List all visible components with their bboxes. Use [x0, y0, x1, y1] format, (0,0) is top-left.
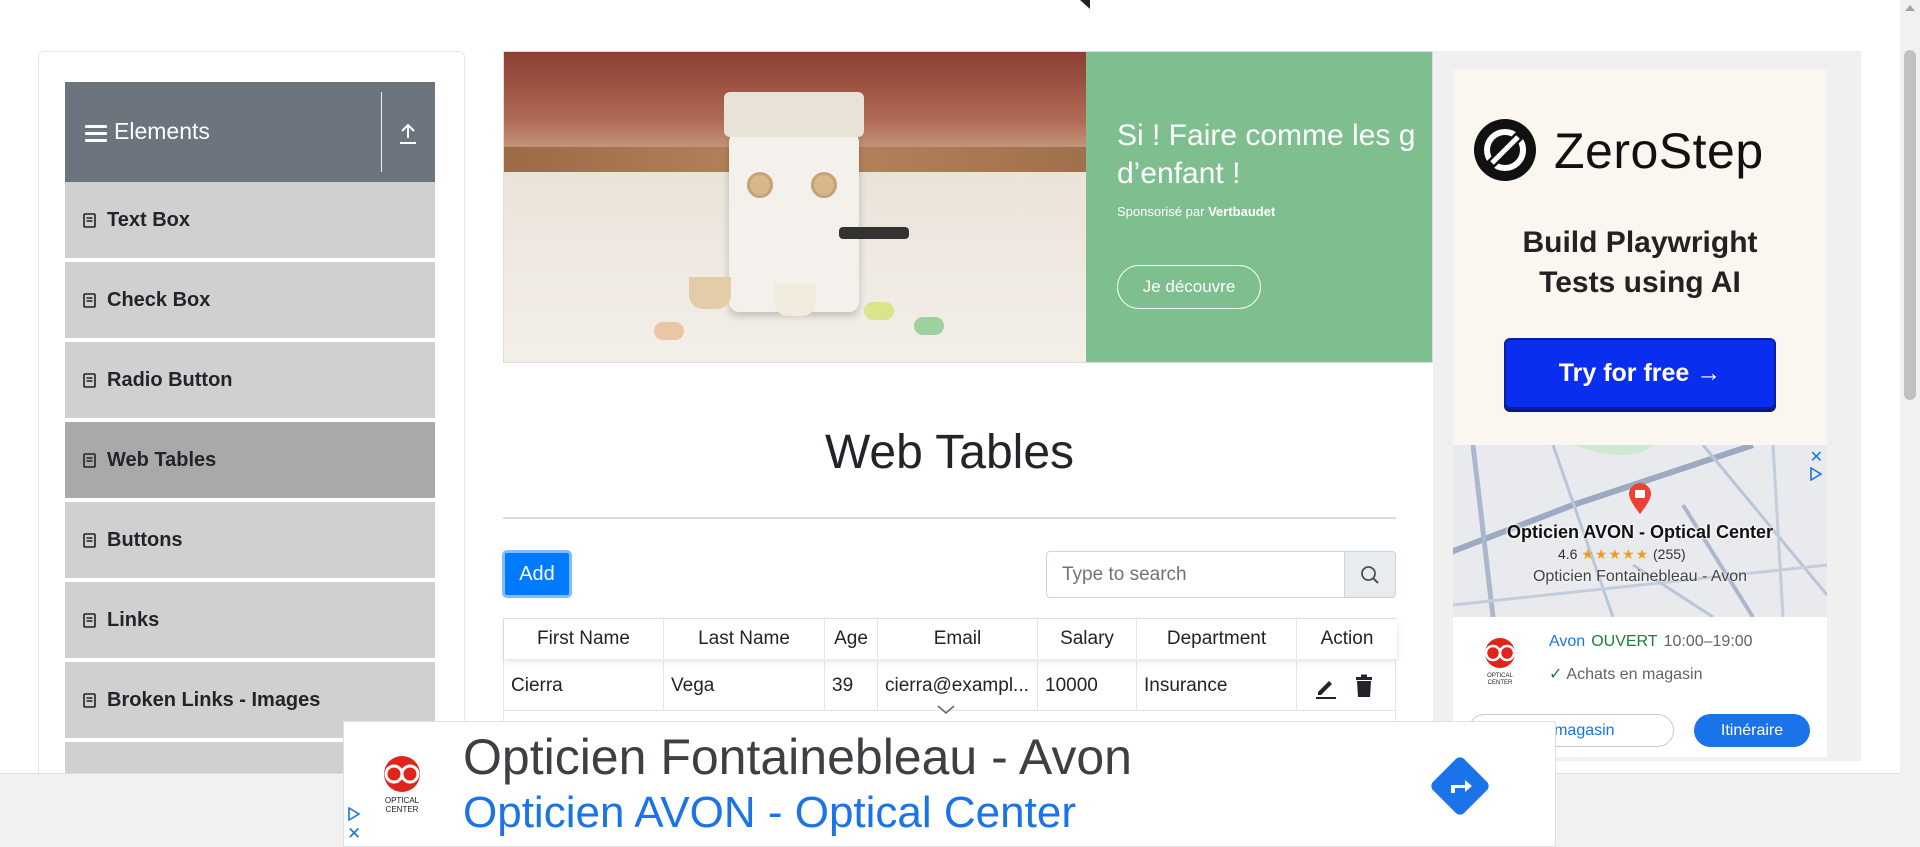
document-icon: [83, 533, 96, 548]
check-icon: ✓: [1549, 666, 1563, 683]
column-header-first-name[interactable]: First Name: [504, 619, 664, 659]
table-header: First Name Last Name Age Email Salary De…: [504, 619, 1397, 659]
zerostep-tagline: Build Playwright Tests using AI: [1522, 226, 1758, 299]
column-header-last-name[interactable]: Last Name: [664, 619, 825, 659]
sidebar-item-label: Web Tables: [107, 449, 217, 471]
ad-close-icon[interactable]: ✕: [347, 824, 361, 844]
chevron-down-icon: [937, 705, 955, 714]
svg-text:OPTICAL: OPTICAL: [1487, 673, 1513, 679]
zerostep-logo-icon: [1474, 119, 1536, 181]
cell-age: 39: [825, 661, 878, 711]
svg-text:CENTER: CENTER: [1488, 680, 1513, 685]
optical-center-logo-icon: OPTICALCENTER: [1484, 638, 1516, 685]
sidebar-item-radio-button[interactable]: Radio Button: [65, 342, 435, 420]
search-input[interactable]: Type to search: [1046, 551, 1345, 598]
map-pin-icon: [1629, 483, 1651, 514]
group-title: Elements: [114, 118, 210, 144]
store-feature: ✓ Achats en magasin: [1549, 666, 1703, 683]
sidebar-item-links[interactable]: Links: [65, 582, 435, 660]
table-row: Cierra Vega 39 cierra@exampl... 10000 In…: [504, 661, 1397, 711]
page-title: Web Tables: [824, 426, 1075, 479]
document-icon: [83, 453, 96, 468]
menu-icon: [85, 125, 107, 143]
ad-close-icon[interactable]: ✕: [1810, 447, 1823, 467]
optical-center-logo-icon: OPTICALCENTER: [384, 756, 420, 814]
cell-department: Insurance: [1137, 661, 1297, 711]
column-header-email[interactable]: Email: [878, 619, 1038, 659]
search-button[interactable]: [1344, 551, 1396, 598]
document-icon: [83, 693, 96, 708]
zerostep-ad[interactable]: ZeroStep Build Playwright Tests using AI…: [1453, 70, 1827, 445]
document-icon: [83, 293, 96, 308]
sidebar-item-label: Text Box: [107, 209, 190, 231]
sidebar-item-label: Check Box: [107, 289, 211, 311]
cell-email: cierra@exampl...: [878, 661, 1038, 711]
cell-last-name: Vega: [664, 661, 825, 711]
svg-text:OPTICAL: OPTICAL: [385, 796, 420, 805]
ad-product-image: [504, 52, 1086, 362]
caret-down-icon: [1080, 0, 1090, 9]
ad-text-panel: Si ! Faire comme les g d’enfant ! Sponso…: [1086, 52, 1432, 362]
itinerary-button[interactable]: Itinéraire: [1694, 714, 1810, 747]
document-icon: [83, 213, 96, 228]
map-ad[interactable]: Opticien AVON - Optical Center 4.6 ★★★★★…: [1453, 445, 1827, 617]
try-free-button[interactable]: Try for free →: [1504, 338, 1776, 409]
divider: [503, 517, 1396, 519]
map-subtitle: Opticien Fontainebleau - Avon: [1532, 568, 1748, 585]
map-store-name: Opticien AVON - Optical Center: [1506, 522, 1774, 542]
add-button[interactable]: Add: [502, 550, 572, 598]
cell-action: [1297, 661, 1397, 711]
map-rating: 4.6 ★★★★★ (255): [1558, 546, 1686, 562]
column-header-salary[interactable]: Salary: [1038, 619, 1137, 659]
ad-choices-icon[interactable]: [1809, 467, 1823, 481]
ad-sponsor: Sponsorisé par Vertbaudet: [1117, 204, 1276, 219]
ad-choices-icon[interactable]: [347, 807, 361, 821]
bottom-ad-subline[interactable]: Opticien AVON - Optical Center: [463, 788, 1076, 838]
svg-text:CENTER: CENTER: [386, 805, 419, 814]
column-header-action[interactable]: Action: [1297, 619, 1397, 659]
cell-first-name: Cierra: [504, 661, 664, 711]
column-header-department[interactable]: Department: [1137, 619, 1297, 659]
delete-trash-icon[interactable]: [1353, 674, 1375, 698]
bottom-ad-headline: Opticien Fontainebleau - Avon: [463, 729, 1132, 785]
sidebar-item-label: Broken Links - Images: [107, 689, 321, 711]
sidebar-item-label: Links: [107, 609, 160, 631]
collapse-upload-icon[interactable]: [397, 122, 419, 146]
page-scrollbar[interactable]: [1900, 0, 1920, 847]
elements-group-header[interactable]: Elements: [65, 82, 435, 182]
directions-icon[interactable]: [1429, 755, 1491, 817]
sidebar-item-label: Radio Button: [107, 369, 233, 391]
document-icon: [83, 373, 96, 388]
sidebar-item-check-box[interactable]: Check Box: [65, 262, 435, 340]
header-divider: [381, 92, 382, 172]
scroll-up-icon[interactable]: [1905, 5, 1915, 11]
rating-stars-icon: ★★★★★: [1581, 546, 1650, 562]
sidebar-item-label: Buttons: [107, 529, 183, 551]
sidebar-item-web-tables[interactable]: Web Tables: [65, 422, 435, 500]
sidebar-item-buttons[interactable]: Buttons: [65, 502, 435, 580]
scroll-thumb[interactable]: [1904, 50, 1916, 400]
document-icon: [83, 613, 96, 628]
zerostep-brand: ZeroStep: [1554, 123, 1764, 179]
column-header-age[interactable]: Age: [825, 619, 878, 659]
store-status: Avon OUVERT 10:00–19:00: [1549, 633, 1753, 650]
edit-pencil-icon[interactable]: [1314, 675, 1338, 699]
sidebar-item-text-box[interactable]: Text Box: [65, 182, 435, 260]
cell-salary: 10000: [1038, 661, 1137, 711]
web-table: First Name Last Name Age Email Salary De…: [503, 618, 1397, 738]
banner-ad[interactable]: Si ! Faire comme les g d’enfant ! Sponso…: [503, 51, 1433, 363]
ad-headline: Si ! Faire comme les g d’enfant !: [1117, 119, 1416, 190]
ad-cta-button[interactable]: Je découvre: [1117, 265, 1261, 309]
bottom-ad[interactable]: OPTICAL CENTER Opticien Fontainebleau - A…: [343, 721, 1556, 847]
search-icon: [1361, 566, 1379, 584]
